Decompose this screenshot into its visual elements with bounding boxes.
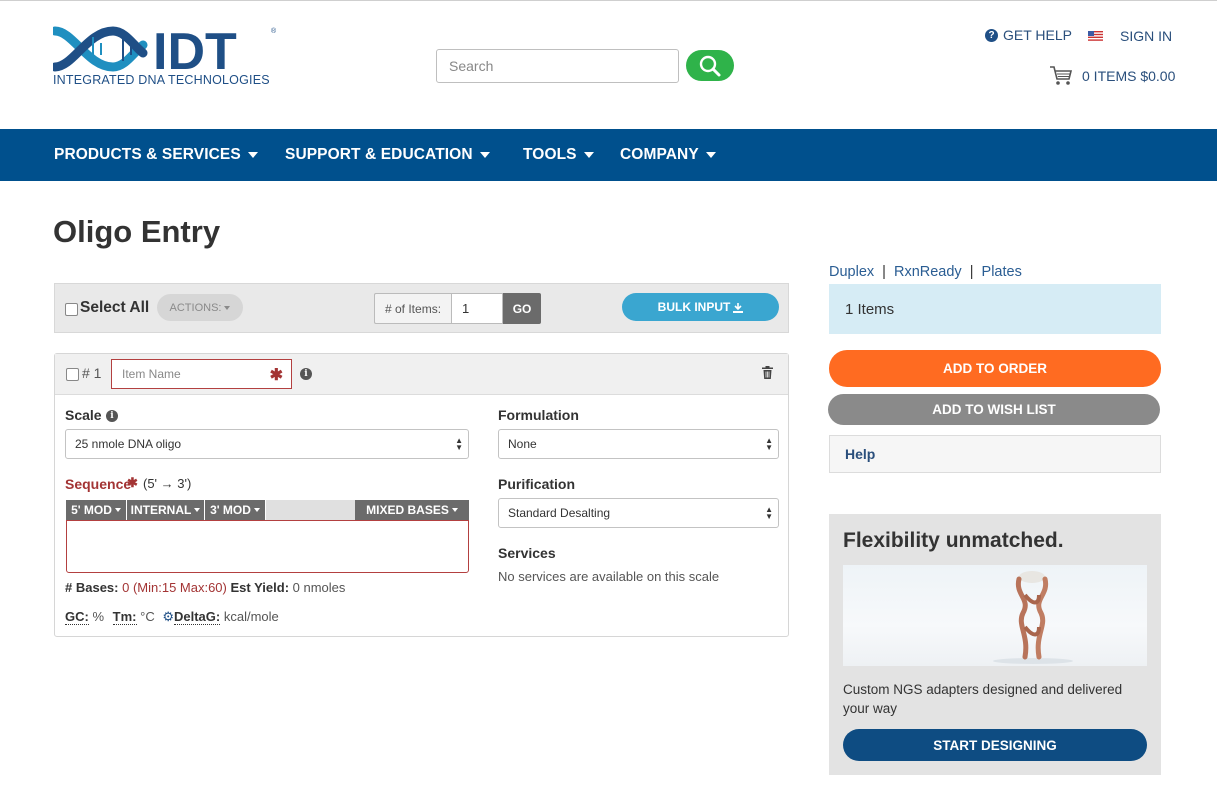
select-arrows-icon: ▲ ▼ bbox=[765, 436, 773, 452]
purification-select[interactable]: Standard Desalting ▲ ▼ bbox=[498, 498, 779, 528]
five-prime-mod-dropdown[interactable]: 5' MOD bbox=[66, 500, 127, 520]
add-to-wishlist-button[interactable]: ADD TO WISH LIST bbox=[828, 394, 1160, 425]
cart-summary: 0 ITEMS $0.00 bbox=[1082, 68, 1176, 84]
bulk-input-button[interactable]: BULK INPUT bbox=[622, 293, 779, 321]
info-icon[interactable]: i bbox=[300, 368, 312, 380]
gc-label[interactable]: GC: bbox=[65, 609, 89, 625]
svg-text:®: ® bbox=[271, 27, 277, 35]
go-button[interactable]: GO bbox=[503, 293, 542, 324]
search-input[interactable] bbox=[436, 49, 679, 83]
chevron-down-icon bbox=[451, 508, 458, 512]
gc-tm-deltag-info: GC: % Tm: °C ⚙DeltaG: kcal/mole bbox=[65, 609, 279, 625]
search-button[interactable] bbox=[686, 50, 734, 81]
sequence-label: Sequence bbox=[65, 476, 132, 492]
search-icon bbox=[699, 55, 721, 76]
chevron-down-icon bbox=[114, 508, 121, 512]
three-prime-mod-dropdown[interactable]: 3' MOD bbox=[205, 500, 266, 520]
help-icon: ? bbox=[985, 28, 998, 42]
duplex-link[interactable]: Duplex bbox=[829, 264, 874, 280]
num-items-input[interactable]: 1 bbox=[451, 293, 504, 324]
num-items-label: # of Items: bbox=[374, 293, 452, 324]
select-all-checkbox[interactable] bbox=[65, 303, 78, 316]
promo-card: Flexibility unmatched. Custom NGS adapte… bbox=[829, 514, 1161, 775]
main-nav: PRODUCTS & SERVICES SUPPORT & EDUCATION … bbox=[0, 129, 1217, 181]
scale-label: Scale bbox=[65, 407, 102, 423]
nav-support-education[interactable]: SUPPORT & EDUCATION bbox=[285, 129, 490, 181]
item-checkbox[interactable] bbox=[66, 368, 79, 381]
chevron-down-icon bbox=[705, 152, 716, 158]
tm-label[interactable]: Tm: bbox=[112, 609, 137, 625]
items-count-box: 1 Items bbox=[829, 284, 1161, 334]
info-icon[interactable]: i bbox=[106, 410, 118, 422]
services-label: Services bbox=[498, 545, 556, 561]
nav-tools[interactable]: TOOLS bbox=[523, 129, 594, 181]
select-arrows-icon: ▲ ▼ bbox=[455, 436, 463, 452]
promo-image bbox=[843, 565, 1147, 666]
rxnready-link[interactable]: RxnReady bbox=[894, 264, 962, 280]
logo-tagline: INTEGRATED DNA TECHNOLOGIES bbox=[53, 73, 270, 87]
us-flag-icon bbox=[1088, 31, 1103, 41]
cart-link[interactable]: 0 ITEMS $0.00 bbox=[1049, 65, 1175, 87]
formulation-label: Formulation bbox=[498, 407, 579, 423]
nav-products-services[interactable]: PRODUCTS & SERVICES bbox=[54, 129, 258, 181]
num-items-group: # of Items: 1 GO bbox=[374, 293, 542, 324]
item-number: # 1 bbox=[82, 365, 102, 381]
sign-in-link[interactable]: SIGN IN bbox=[1088, 28, 1172, 44]
add-to-order-button[interactable]: ADD TO ORDER bbox=[829, 350, 1161, 387]
chevron-down-icon bbox=[194, 508, 201, 512]
sequence-direction: (5' → 3') bbox=[143, 476, 192, 491]
get-help-link[interactable]: ? GET HELP bbox=[985, 27, 1072, 43]
mixed-bases-dropdown[interactable]: MIXED BASES bbox=[355, 500, 469, 520]
help-panel[interactable]: Help bbox=[829, 435, 1161, 473]
trash-icon[interactable] bbox=[762, 366, 773, 379]
contortionist-figure bbox=[993, 571, 1073, 664]
chevron-down-icon bbox=[479, 152, 490, 158]
get-help-label: GET HELP bbox=[1003, 27, 1072, 43]
upload-icon bbox=[733, 302, 744, 313]
plates-link[interactable]: Plates bbox=[982, 264, 1022, 280]
mod-bar-spacer bbox=[266, 500, 355, 520]
modification-bar: 5' MOD INTERNAL 3' MOD MIXED BASES bbox=[66, 500, 469, 520]
chevron-down-icon bbox=[253, 508, 260, 512]
bases-info: # Bases: 0 (Min:15 Max:60) Est Yield: 0 … bbox=[65, 580, 346, 595]
cart-icon bbox=[1050, 66, 1073, 85]
deltag-label[interactable]: DeltaG: bbox=[174, 609, 221, 625]
item-header: # 1 Item Name ✱ i bbox=[55, 354, 788, 395]
chevron-down-icon bbox=[224, 305, 231, 310]
actions-dropdown[interactable]: ACTIONS: bbox=[157, 294, 243, 321]
gear-icon[interactable]: ⚙ bbox=[162, 609, 174, 624]
chevron-down-icon bbox=[247, 152, 258, 158]
required-icon: ✱ bbox=[269, 367, 283, 384]
chevron-down-icon bbox=[583, 152, 594, 158]
promo-title: Flexibility unmatched. bbox=[843, 529, 1064, 552]
required-icon: ✱ bbox=[127, 475, 138, 490]
sequence-textarea[interactable] bbox=[66, 520, 469, 573]
formulation-select[interactable]: None ▲ ▼ bbox=[498, 429, 779, 459]
scale-select[interactable]: 25 nmole DNA oligo ▲ ▼ bbox=[65, 429, 469, 459]
start-designing-button[interactable]: START DESIGNING bbox=[843, 729, 1147, 761]
sign-in-label: SIGN IN bbox=[1120, 28, 1173, 44]
select-arrows-icon: ▲ ▼ bbox=[765, 505, 773, 521]
nav-company[interactable]: COMPANY bbox=[620, 129, 716, 181]
services-text: No services are available on this scale bbox=[498, 569, 720, 584]
oligo-toolbar: Select All ACTIONS: # of Items: 1 GO BUL… bbox=[54, 283, 789, 333]
product-type-links: Duplex | RxnReady | Plates bbox=[829, 264, 1022, 280]
promo-text: Custom NGS adapters designed and deliver… bbox=[843, 682, 1123, 716]
select-all-label[interactable]: Select All bbox=[80, 299, 149, 317]
item-name-input[interactable]: Item Name ✱ bbox=[111, 359, 292, 389]
page-title: Oligo Entry bbox=[53, 214, 221, 249]
oligo-item-card: # 1 Item Name ✱ i Scale i 25 nmole DNA o… bbox=[54, 353, 789, 637]
purification-label: Purification bbox=[498, 476, 576, 492]
internal-mod-dropdown[interactable]: INTERNAL bbox=[127, 500, 205, 520]
